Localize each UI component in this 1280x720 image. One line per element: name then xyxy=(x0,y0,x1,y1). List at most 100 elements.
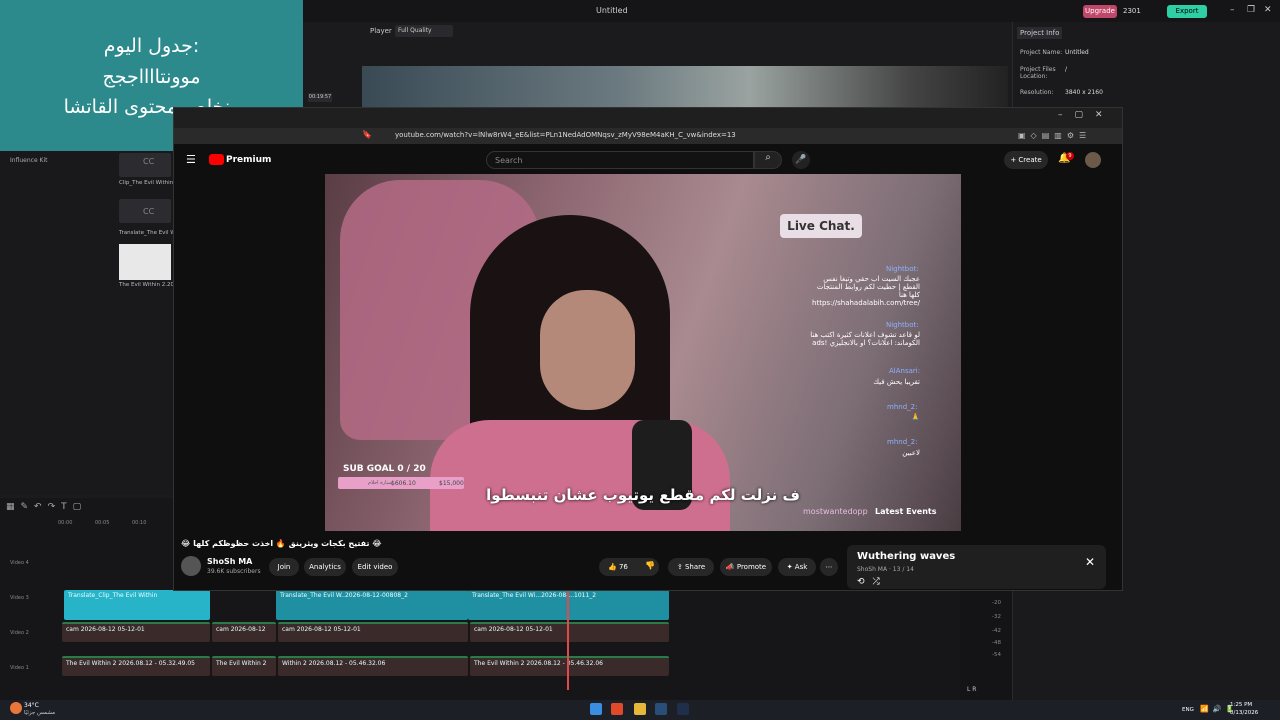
promote-button[interactable]: 📣 Promote xyxy=(720,558,772,576)
more-icon[interactable]: ⋯ xyxy=(820,558,838,576)
clock-date[interactable]: 8/13/2026 xyxy=(1230,710,1258,716)
timeline-clip[interactable]: Within 2 2026.08.12 - 05.46.32.06 xyxy=(278,656,468,676)
timeline-clip[interactable]: cam 2026-08-12 05-12-01 xyxy=(62,622,210,642)
timeline-clip[interactable]: The Evil Within 2 2026.08.12 - 05.46.32.… xyxy=(470,656,669,676)
track-label: Video 4 xyxy=(10,560,29,566)
language-indicator[interactable]: ENG xyxy=(1182,707,1194,713)
meter-label: -32 xyxy=(992,614,1001,620)
timeline-clip[interactable]: Translate_Clip_The Evil Within xyxy=(64,590,210,620)
track-label: Video 3 xyxy=(10,595,29,601)
bookmark-icon[interactable]: 🔖 xyxy=(362,130,372,139)
channel-name[interactable]: ShoSh MA xyxy=(207,557,252,566)
youtube-logo-text[interactable]: Premium xyxy=(226,155,271,165)
chat-message: تقريبا يحش فيك xyxy=(873,378,920,386)
join-button[interactable]: Join xyxy=(269,558,299,576)
quality-select[interactable]: Full Quality xyxy=(395,25,453,37)
extension-icons[interactable]: ▣◇▤▥⚙☰ xyxy=(1018,131,1091,140)
menu-icon[interactable]: ☰ xyxy=(186,153,196,166)
influence-kit-item[interactable]: Influence Kit xyxy=(10,157,48,164)
browser-tabbar xyxy=(174,108,1122,128)
ask-button[interactable]: ✦ Ask xyxy=(778,558,816,576)
weather-temp: 34°C xyxy=(24,702,39,709)
asset-label: The Evil Within 2.202 xyxy=(119,282,178,288)
windows-start-icon[interactable] xyxy=(590,703,602,715)
edit-video-button[interactable]: Edit video xyxy=(352,558,398,576)
project-files-label: Project Files Location: xyxy=(1020,66,1056,80)
steam-icon[interactable] xyxy=(655,703,667,715)
file-explorer-icon[interactable] xyxy=(634,703,646,715)
clock-time[interactable]: 1:25 PM xyxy=(1230,702,1252,708)
video-scene-face xyxy=(540,290,635,410)
player-label: Player xyxy=(370,27,392,35)
editor-title: Untitled xyxy=(596,6,628,15)
loop-shuffle-icons[interactable]: ⟲⤮ xyxy=(857,577,888,587)
close-icon[interactable]: ✕ xyxy=(1085,555,1095,569)
chat-username: mhnd_2: xyxy=(887,403,918,411)
maximize-icon[interactable]: ❐ xyxy=(1247,5,1255,15)
video-title: 😂 تفتيح بكجات ويثرينق 🔥 اخذت حظوظكم كلها… xyxy=(181,539,382,548)
search-icon[interactable]: ⌕ xyxy=(754,151,782,169)
notification-badge: 9 xyxy=(1066,152,1074,160)
schedule-line: موونتااااججج xyxy=(102,66,201,88)
weather-desc: مشمس جزئيًا xyxy=(24,710,56,716)
thumbs-down-icon[interactable]: 👎 xyxy=(645,561,655,570)
meter-label: -20 xyxy=(992,600,1001,606)
minimize-icon[interactable]: – xyxy=(1230,5,1235,15)
export-button[interactable]: Export xyxy=(1167,5,1207,18)
latest-events-label: Latest Events xyxy=(875,507,937,516)
share-label: Share xyxy=(684,563,706,571)
analytics-button[interactable]: Analytics xyxy=(304,558,346,576)
audio-meter xyxy=(960,590,1012,700)
timecode-badge: 00:19:57 xyxy=(308,93,332,102)
chat-username: mhnd_2: xyxy=(887,438,918,446)
timeline-clip[interactable]: cam 2026-08-12 05-12-01 xyxy=(470,622,669,642)
timeline-tools[interactable]: ▦✎↶↷T▢ xyxy=(6,502,87,512)
timeline-clip[interactable]: The Evil Within 2 2026.08.12 - 05.32.49.… xyxy=(62,656,210,676)
app-icon[interactable] xyxy=(677,703,689,715)
resolution-label: Resolution: xyxy=(1020,89,1054,96)
track-label: Video 2 xyxy=(10,630,29,636)
share-button[interactable]: ⇪ Share xyxy=(668,558,714,576)
chat-message: 🙏 xyxy=(911,413,920,421)
timeline-clip[interactable]: cam 2026-08-12 xyxy=(212,622,276,642)
track-label: Video 1 xyxy=(10,665,29,671)
close-icon[interactable]: ✕ xyxy=(1264,5,1272,15)
browser-window-controls[interactable]: –▢✕ xyxy=(1058,110,1115,120)
meter-label: -48 xyxy=(992,640,1001,646)
resolution-value: 3840 x 2160 xyxy=(1065,89,1103,96)
playlist-subtitle: ShoSh MA · 13 / 14 xyxy=(857,566,914,573)
create-label: Create xyxy=(1018,156,1042,164)
project-name-value: Untitled xyxy=(1065,49,1089,56)
brave-icon[interactable] xyxy=(611,703,623,715)
ruler-mark: 00:00 xyxy=(58,520,73,526)
url-text[interactable]: youtube.com/watch?v=lNlw8rW4_eE&list=PLn… xyxy=(395,131,736,139)
timeline-clip[interactable]: Translate_The Evil W..2026-08-12-00808_2 xyxy=(276,590,468,620)
project-name-label: Project Name: xyxy=(1020,49,1063,56)
thumbs-up-icon: 👍 xyxy=(608,563,617,571)
like-count: 76 xyxy=(618,563,628,571)
mic-icon[interactable]: 🎤 xyxy=(792,151,810,169)
timeline-clip[interactable]: cam 2026-08-12 05-12-01 xyxy=(278,622,468,642)
meter-lr: L R xyxy=(967,686,977,693)
tab-project-info[interactable]: Project Info xyxy=(1017,27,1063,39)
project-files-value: / xyxy=(1065,66,1068,73)
chat-message: عجبك السيت اب حقي وتبغا نفس القطع | حطيت… xyxy=(812,275,920,307)
avatar[interactable] xyxy=(1085,152,1101,168)
asset-thumb-document[interactable] xyxy=(119,244,171,280)
search-input[interactable]: Search xyxy=(486,151,754,169)
youtube-logo-icon[interactable] xyxy=(209,154,224,165)
playlist-title[interactable]: Wuthering waves xyxy=(857,551,955,562)
playhead[interactable] xyxy=(567,590,569,690)
chat-message: لاعبين xyxy=(902,449,920,457)
timeline-clip[interactable]: The Evil Within 2 xyxy=(212,656,276,676)
promote-label: Promote xyxy=(736,563,767,571)
chat-message: لو قاعد تشوف اعلانات كثيرة اكتب هنا ads!… xyxy=(810,331,920,347)
upgrade-button[interactable]: Upgrade xyxy=(1083,5,1117,18)
cc-icon: CC xyxy=(143,157,155,166)
ruler-mark: 00:05 xyxy=(95,520,110,526)
channel-avatar[interactable] xyxy=(181,556,201,576)
asset-label: Clip_The Evil Within xyxy=(119,180,174,186)
weather-icon[interactable] xyxy=(10,702,22,714)
create-button[interactable]: + Create xyxy=(1004,151,1048,169)
live-chat-header: Live Chat. xyxy=(780,214,862,238)
